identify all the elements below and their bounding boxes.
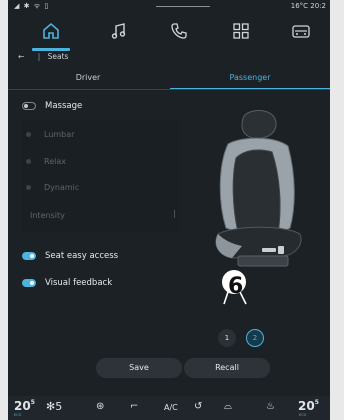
seat-illustration [215, 109, 302, 267]
passenger-seat-heat-icon[interactable]: ♨ [266, 401, 275, 412]
visual-feedback-toggle[interactable] [22, 279, 36, 287]
massage-option-dynamic[interactable]: Dynamic [26, 183, 80, 192]
massage-toggle[interactable] [22, 102, 36, 110]
car-icon[interactable] [290, 20, 312, 42]
eco-label: ECO [14, 413, 22, 417]
toggle-knob [30, 281, 34, 285]
tab-driver[interactable]: Driver [8, 70, 168, 88]
status-signal-icons: ◢ ✱ ᯤ ▯ [14, 2, 50, 10]
callout-number: 6 [228, 274, 244, 299]
phone-icon[interactable] [168, 20, 190, 42]
massage-option-label: Relax [44, 157, 66, 166]
toggle-knob [24, 104, 28, 108]
massage-option-relax[interactable]: Relax [26, 157, 66, 166]
left-temp-decimal: 5 [30, 399, 35, 406]
seat-tabs: Driver Passenger [8, 70, 330, 90]
left-temperature[interactable]: 205 [14, 399, 35, 413]
ac-button[interactable]: A/C [164, 403, 178, 412]
left-temp-value: 20 [14, 399, 31, 413]
right-temp-decimal: 5 [314, 399, 319, 406]
eco-label-right: ECO [299, 413, 307, 417]
memory-position-1[interactable]: 1 [218, 329, 236, 347]
seat-heat-icon[interactable]: ⌐ [130, 401, 138, 412]
status-temperature: 16°C [290, 2, 309, 10]
memory-position-2[interactable]: 2 [246, 329, 264, 347]
right-temp-value: 20 [298, 399, 315, 413]
status-bar: ◢ ✱ ᯤ ▯ 16°C 20:2 [8, 0, 330, 12]
home-icon[interactable] [32, 20, 70, 51]
apps-icon[interactable] [230, 20, 252, 42]
steering-wheel-heat-icon[interactable]: ⊛ [96, 401, 104, 412]
massage-option-lumbar[interactable]: Lumbar [26, 130, 75, 139]
back-arrow-icon[interactable]: ← [18, 52, 24, 61]
right-temperature[interactable]: 205 [298, 399, 319, 413]
massage-option-label: Dynamic [44, 183, 80, 192]
radio-icon [26, 159, 31, 164]
recirculation-icon[interactable]: ↺ [194, 401, 202, 412]
fan-speed-value: 5 [55, 400, 63, 413]
climate-bar: 205 ECO ✻5 ⊛ ⌐ A/C ↺ ⌓ ♨ 205 ECO [8, 396, 330, 420]
page-title: Seats [47, 52, 69, 61]
tabs-divider [8, 89, 330, 90]
tab-passenger[interactable]: Passenger [170, 70, 330, 90]
fan-speed[interactable]: ✻5 [46, 400, 62, 413]
radio-icon [26, 185, 31, 190]
fan-icon: ✻ [46, 400, 56, 413]
status-temp-time: 16°C 20:2 [291, 2, 326, 10]
intensity-label: Intensity [30, 211, 65, 220]
radio-icon [26, 132, 31, 137]
visual-feedback-row[interactable]: Visual feedback [22, 278, 112, 288]
breadcrumb: ← | Seats [18, 52, 68, 61]
toggle-knob [30, 254, 34, 258]
seat-easy-access-label: Seat easy access [45, 251, 119, 261]
seat-easy-access-row[interactable]: Seat easy access [22, 251, 118, 261]
infotainment-screen: ◢ ✱ ᯤ ▯ 16°C 20:2 ← | Seats Driver Passe… [8, 0, 330, 420]
massage-option-label: Lumbar [44, 130, 75, 139]
breadcrumb-separator: | [37, 52, 41, 61]
top-nav [8, 14, 330, 51]
status-time: 20:2 [310, 2, 326, 10]
status-divider [156, 6, 210, 7]
visual-feedback-label: Visual feedback [45, 278, 113, 288]
massage-label: Massage [45, 101, 83, 111]
seat-easy-access-toggle[interactable] [22, 252, 36, 260]
music-icon[interactable] [108, 20, 130, 42]
save-button[interactable]: Save [96, 358, 182, 378]
recall-button[interactable]: Recall [184, 358, 270, 378]
defrost-icon[interactable]: ⌓ [224, 401, 232, 412]
massage-row[interactable]: Massage [22, 101, 82, 111]
intensity-slider-end [174, 210, 175, 218]
